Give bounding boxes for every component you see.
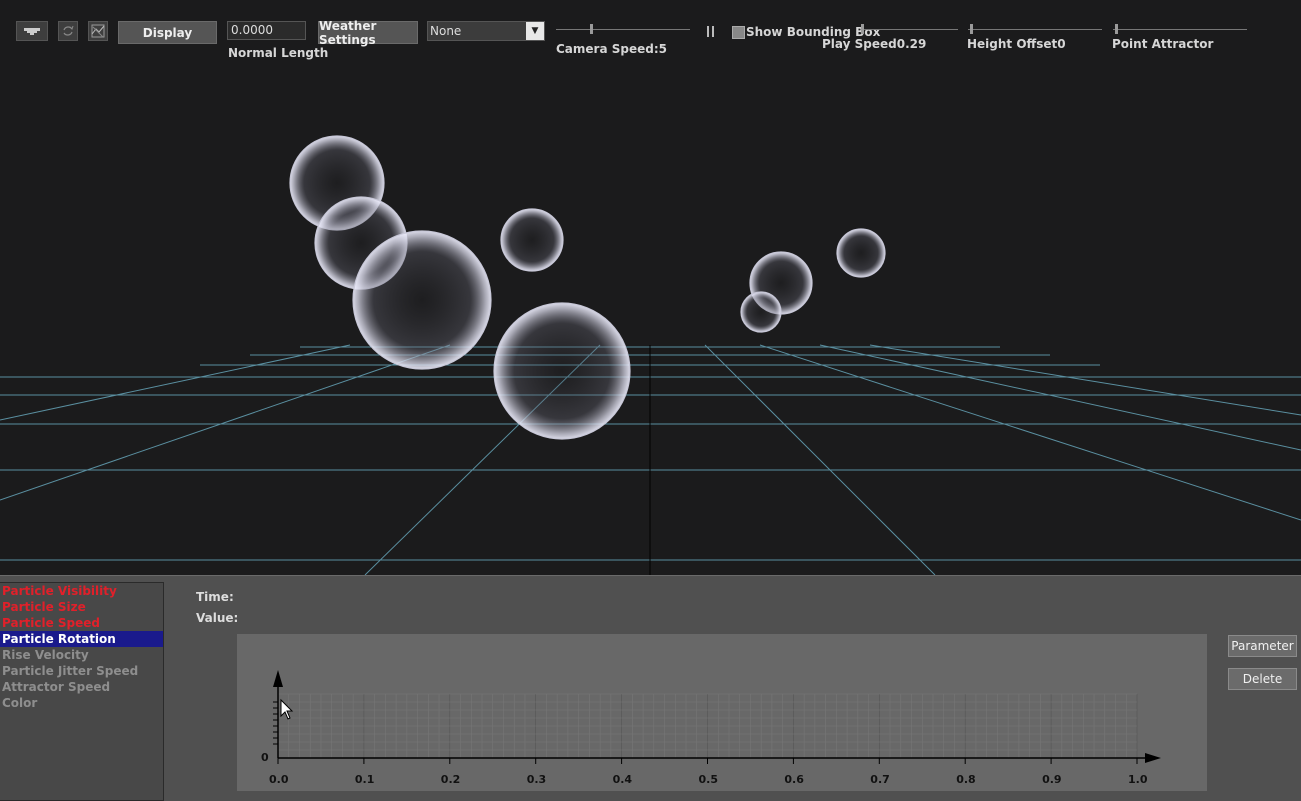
cursor-icon: [280, 698, 294, 720]
curve-editor-panel: Particle Visibility Particle Size Partic…: [0, 575, 1301, 801]
graph-grid: [273, 693, 1138, 759]
list-item[interactable]: Particle Visibility: [0, 583, 163, 599]
x-tick-label: 0.4: [613, 773, 633, 786]
parameter-list[interactable]: Particle Visibility Particle Size Partic…: [0, 582, 164, 801]
x-axis-arrow-icon: [1145, 753, 1161, 763]
x-tick-label: 0.8: [956, 773, 976, 786]
x-tick-label: 0.3: [527, 773, 547, 786]
y-tick-label: 0: [261, 751, 269, 764]
time-label: Time:: [196, 590, 234, 604]
list-item[interactable]: Rise Velocity: [0, 647, 163, 663]
point-attractor-slider-handle[interactable]: [1115, 24, 1118, 34]
play-speed-label: Play Speed0.29: [822, 37, 927, 51]
height-offset-slider[interactable]: [968, 29, 1102, 30]
x-tick-label: 0.0: [269, 773, 289, 786]
preset-select-value: None: [430, 24, 462, 38]
list-item[interactable]: Particle Jitter Speed: [0, 663, 163, 679]
graph-icon[interactable]: [88, 21, 108, 41]
curve-graph-canvas[interactable]: 0 0.0 0.1 0.2 0.3 0.4 0.5 0.6 0.7 0.8 0.9 1.0: [237, 634, 1207, 791]
pause-icon[interactable]: [706, 26, 715, 37]
x-tick-labels: 0.0 0.1 0.2 0.3 0.4 0.5 0.6 0.7 0.8 0.9 1.0: [269, 758, 1148, 786]
list-item[interactable]: Attractor Speed: [0, 679, 163, 695]
play-speed-slider-handle[interactable]: [861, 24, 864, 34]
delete-button[interactable]: Delete: [1228, 668, 1297, 690]
x-tick-label: 1.0: [1128, 773, 1148, 786]
list-item[interactable]: Particle Size: [0, 599, 163, 615]
point-attractor-label: Point Attractor: [1112, 37, 1214, 51]
point-attractor-slider[interactable]: [1113, 29, 1247, 30]
play-speed-slider[interactable]: [860, 29, 958, 30]
stage-icon[interactable]: [16, 21, 48, 41]
y-axis-arrow-icon: [273, 670, 283, 687]
camera-speed-label: Camera Speed:5: [556, 42, 667, 56]
parameter-button[interactable]: Parameter: [1228, 635, 1297, 657]
value-label: Value:: [196, 611, 239, 625]
height-offset-slider-handle[interactable]: [970, 24, 973, 34]
list-item[interactable]: Particle Speed: [0, 615, 163, 631]
particle-scene: [0, 135, 1301, 575]
list-item[interactable]: Color: [0, 695, 163, 711]
x-tick-label: 0.5: [699, 773, 719, 786]
height-offset-label: Height Offset0: [967, 37, 1066, 51]
chevron-down-icon[interactable]: ▼: [526, 22, 544, 40]
bubbles: [289, 135, 886, 440]
x-tick-label: 0.9: [1042, 773, 1062, 786]
3d-viewport[interactable]: Display 0.0000 Normal Length Weather Set…: [0, 0, 1301, 575]
normal-length-label: Normal Length: [228, 46, 329, 60]
list-item-selected[interactable]: Particle Rotation: [0, 631, 163, 647]
weather-settings-button[interactable]: Weather Settings: [318, 19, 418, 47]
normal-length-input[interactable]: 0.0000: [227, 21, 306, 40]
preset-select[interactable]: None ▼: [427, 21, 545, 41]
show-bounding-box-checkbox[interactable]: [732, 26, 745, 39]
x-tick-label: 0.6: [784, 773, 804, 786]
camera-speed-slider-handle[interactable]: [590, 24, 593, 34]
display-button[interactable]: Display: [118, 21, 217, 44]
refresh-icon[interactable]: [58, 21, 78, 41]
camera-speed-slider[interactable]: [556, 29, 690, 30]
curve-graph[interactable]: 0 0.0 0.1 0.2 0.3 0.4 0.5 0.6 0.7 0.8 0.9 1.0: [237, 634, 1207, 791]
x-tick-label: 0.2: [441, 773, 461, 786]
x-tick-label: 0.1: [355, 773, 375, 786]
x-tick-label: 0.7: [870, 773, 890, 786]
